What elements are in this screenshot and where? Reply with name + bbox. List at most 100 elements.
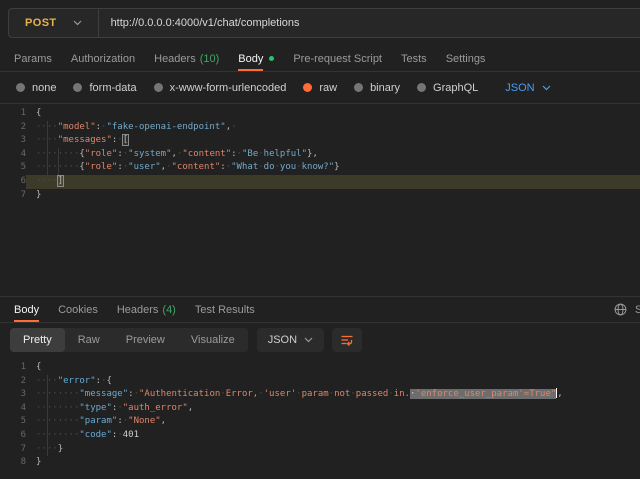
tab-count: (10) xyxy=(200,53,220,65)
whitespace-dot: · xyxy=(275,162,280,172)
tab-tests[interactable]: Tests xyxy=(401,46,427,71)
indent-guide xyxy=(47,161,48,175)
indent-guide xyxy=(47,415,48,429)
tab-cookies[interactable]: Cookies xyxy=(58,297,98,322)
code-token: { xyxy=(106,376,111,386)
code-line[interactable]: 2····"error":·{ xyxy=(0,375,640,389)
code-line[interactable]: 4········"type":·"auth_error", xyxy=(0,402,640,416)
url-bar: POST http://0.0.0.0:4000/v1/chat/complet… xyxy=(8,8,640,38)
code-line[interactable]: 3········"message":·"Authentication·Erro… xyxy=(0,388,640,402)
tab-headers[interactable]: Headers(10) xyxy=(154,46,219,71)
whitespace-dot: · xyxy=(220,389,225,399)
code-text: ····"messages":·[ xyxy=(26,134,640,148)
code-token: "error" xyxy=(58,376,96,386)
code-text: { xyxy=(26,361,640,375)
whitespace-dot: · xyxy=(231,122,236,132)
tab-label: Authorization xyxy=(71,53,135,65)
code-token: } xyxy=(334,162,339,172)
code-token: "model" xyxy=(58,122,96,132)
line-number: 4 xyxy=(0,402,26,416)
request-body-editor[interactable]: 1{2····"model":·"fake-openai-endpoint",·… xyxy=(0,103,640,296)
chevron-down-icon xyxy=(73,20,82,26)
line-number: 3 xyxy=(0,134,26,148)
clipped-status-text: S xyxy=(635,304,640,316)
code-token: "user" xyxy=(128,162,161,172)
body-mode-label: x-www-form-urlencoded xyxy=(170,82,287,94)
method-selector[interactable]: POST xyxy=(9,17,98,29)
view-mode-visualize[interactable]: Visualize xyxy=(178,328,248,352)
indent-guide xyxy=(47,388,48,402)
body-mode-row: none form-data x-www-form-urlencoded raw bin… xyxy=(0,72,640,103)
code-line[interactable]: 7····} xyxy=(0,443,640,457)
line-number: 6 xyxy=(0,429,26,443)
code-token: , xyxy=(161,416,166,426)
code-text: ········"type":·"auth_error", xyxy=(26,402,640,416)
radio-icon xyxy=(16,83,25,92)
code-token: } xyxy=(36,457,41,467)
tab-headers[interactable]: Headers(4) xyxy=(117,297,176,322)
body-mode-label: GraphQL xyxy=(433,82,478,94)
whitespace-dot: · xyxy=(258,162,263,172)
code-line[interactable]: 5········"param":·"None", xyxy=(0,415,640,429)
whitespace-dot: · xyxy=(52,176,57,186)
view-mode-raw[interactable]: Raw xyxy=(65,328,113,352)
code-token: "system" xyxy=(128,149,171,159)
response-language-selector[interactable]: JSON xyxy=(257,328,324,352)
indent-guide xyxy=(47,402,48,416)
url-input[interactable]: http://0.0.0.0:4000/v1/chat/completions xyxy=(99,17,300,29)
body-mode-raw[interactable]: raw xyxy=(303,82,337,94)
tab-count: (4) xyxy=(162,304,175,316)
code-line[interactable]: 5········{"role":·"user",·"content":·"Wh… xyxy=(0,161,640,175)
tab-body[interactable]: Body xyxy=(238,46,274,71)
code-token: "Authentication·Error,·'user'·param·not·… xyxy=(139,389,410,399)
radio-icon xyxy=(154,83,163,92)
tab-params[interactable]: Params xyxy=(14,46,52,71)
body-mode-none[interactable]: none xyxy=(16,82,56,94)
code-text: ····"model":·"fake-openai-endpoint",· xyxy=(26,121,640,135)
code-text: ········"message":·"Authentication·Error… xyxy=(26,388,640,402)
body-mode-x-www-form-urlencoded[interactable]: x-www-form-urlencoded xyxy=(154,82,287,94)
tab-authorization[interactable]: Authorization xyxy=(71,46,135,71)
tab-test-results[interactable]: Test Results xyxy=(195,297,255,322)
tab-body[interactable]: Body xyxy=(14,297,39,322)
globe-icon[interactable] xyxy=(614,303,627,316)
code-line[interactable]: 1{ xyxy=(0,361,640,375)
indent-guide xyxy=(47,175,48,189)
tab-label: Body xyxy=(238,53,263,65)
code-text: ····] xyxy=(26,175,640,189)
code-line[interactable]: 3····"messages":·[ xyxy=(0,134,640,148)
radio-icon xyxy=(303,83,312,92)
code-text: ········"param":·"None", xyxy=(26,415,640,429)
view-mode-preview[interactable]: Preview xyxy=(113,328,178,352)
view-mode-pretty[interactable]: Pretty xyxy=(10,328,65,352)
body-mode-binary[interactable]: binary xyxy=(354,82,400,94)
code-token: }, xyxy=(307,149,318,159)
radio-icon xyxy=(73,83,82,92)
line-number: 4 xyxy=(0,148,26,162)
code-token: · xyxy=(117,135,122,145)
code-line[interactable]: 6········"code":·401 xyxy=(0,429,640,443)
request-language-selector[interactable]: JSON xyxy=(505,82,550,94)
request-language-label: JSON xyxy=(505,82,534,94)
line-number: 1 xyxy=(0,361,26,375)
code-line[interactable]: 4········{"role":·"system",·"content":·"… xyxy=(0,148,640,162)
code-token: "role" xyxy=(85,162,118,172)
tab-settings[interactable]: Settings xyxy=(446,46,486,71)
code-token: "Be·helpful" xyxy=(242,149,307,159)
tab-pre-request-script[interactable]: Pre-request Script xyxy=(293,46,382,71)
code-text: } xyxy=(26,189,640,203)
code-token: "content" xyxy=(172,162,221,172)
code-line[interactable]: 7} xyxy=(0,189,640,203)
code-line[interactable]: 1{ xyxy=(0,107,640,121)
code-token: } xyxy=(36,190,41,200)
code-line[interactable]: 8} xyxy=(0,456,640,470)
body-mode-form-data[interactable]: form-data xyxy=(73,82,136,94)
line-number: 8 xyxy=(0,456,26,470)
body-mode-graphql[interactable]: GraphQL xyxy=(417,82,478,94)
indent-guide xyxy=(58,148,59,162)
code-line[interactable]: 6····] xyxy=(0,175,640,189)
beautify-button[interactable] xyxy=(332,328,362,352)
code-line[interactable]: 2····"model":·"fake-openai-endpoint",· xyxy=(0,121,640,135)
tab-label: Test Results xyxy=(195,304,255,316)
response-body-editor[interactable]: 1{2····"error":·{3········"message":·"Au… xyxy=(0,357,640,479)
